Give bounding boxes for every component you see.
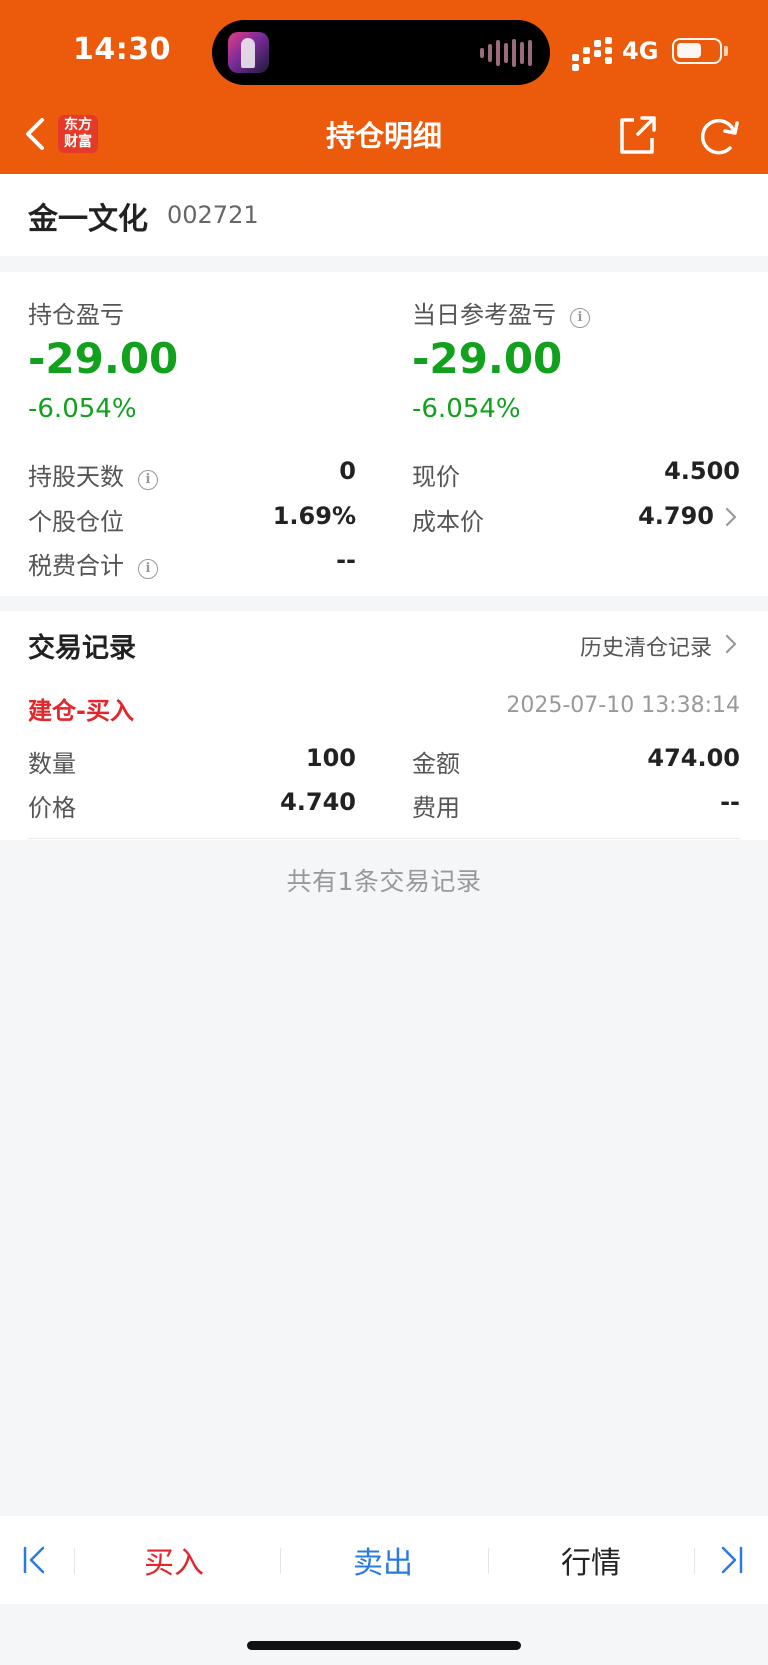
quantity-value: 100	[305, 744, 356, 772]
daily-pl-label-text: 当日参考盈亏	[412, 301, 556, 329]
last-page-icon[interactable]	[718, 1545, 744, 1575]
refresh-icon	[700, 118, 739, 155]
holding-days-label: 持股天数 i	[28, 457, 158, 492]
now-playing-app-icon	[228, 32, 269, 73]
dynamic-island	[212, 20, 550, 85]
info-icon[interactable]: i	[138, 470, 158, 490]
bottom-toolbar: 买入 卖出 行情	[0, 1516, 768, 1604]
brand-logo: 东方财富	[58, 115, 98, 153]
record-count-text: 共有1条交易记录	[286, 867, 482, 896]
daily-pl-value: -29.00	[412, 334, 563, 383]
price-value: 4.740	[280, 788, 356, 816]
back-arrow-icon	[26, 118, 44, 150]
buy-button[interactable]: 买入	[114, 1538, 234, 1582]
top-header: 14:30 4G 东方财富 持仓明细	[0, 0, 768, 174]
share-icon	[620, 116, 656, 154]
cost-price-label[interactable]: 成本价	[412, 502, 484, 537]
trade-time: 2025-07-10 13:38:14	[506, 693, 740, 718]
cost-price-value[interactable]: 4.790	[638, 502, 714, 530]
tax-fee-total-label-text: 税费合计	[28, 552, 124, 580]
trade-records-section: 交易记录 历史清仓记录 建仓-买入 2025-07-10 13:38:14 数量…	[0, 611, 768, 840]
amount-value: 474.00	[647, 744, 740, 772]
share-button[interactable]	[614, 112, 660, 158]
back-button[interactable]	[22, 112, 52, 156]
audio-wave-icon	[480, 39, 532, 67]
position-pl-label: 持仓盈亏	[28, 301, 124, 329]
price-label: 价格	[28, 794, 76, 822]
position-pl-percent: -6.054%	[28, 394, 137, 424]
tax-fee-total-value: --	[336, 546, 356, 574]
first-page-icon[interactable]	[22, 1545, 48, 1575]
sell-button[interactable]: 卖出	[323, 1538, 443, 1582]
divider	[28, 838, 740, 839]
current-price-label: 现价	[412, 463, 460, 491]
position-ratio-value: 1.69%	[272, 502, 356, 530]
chevron-right-icon[interactable]	[724, 633, 738, 655]
chevron-right-icon[interactable]	[724, 506, 738, 528]
network-type: 4G	[622, 37, 659, 65]
position-summary: 持仓盈亏 -29.00 -6.054% 当日参考盈亏 i -29.00 -6.05…	[0, 272, 768, 596]
refresh-button[interactable]	[696, 112, 742, 158]
daily-pl-label: 当日参考盈亏 i	[412, 295, 590, 330]
quantity-label: 数量	[28, 750, 76, 778]
info-icon[interactable]: i	[138, 559, 158, 579]
position-ratio-label: 个股仓位	[28, 508, 124, 536]
trade-type: 建仓-买入	[28, 697, 134, 725]
fee-label: 费用	[412, 794, 460, 822]
fee-value: --	[720, 788, 740, 816]
page-title: 持仓明细	[325, 119, 442, 153]
signal-icon	[572, 37, 612, 71]
holding-days-label-text: 持股天数	[28, 463, 124, 491]
position-pl-value: -29.00	[28, 334, 179, 383]
holding-days-value: 0	[339, 457, 356, 485]
history-clearance-link[interactable]: 历史清仓记录	[580, 630, 712, 662]
amount-label: 金额	[412, 750, 460, 778]
battery-icon	[672, 38, 722, 64]
quote-button[interactable]: 行情	[531, 1538, 651, 1582]
status-time: 14:30	[73, 32, 171, 67]
info-icon[interactable]: i	[570, 308, 590, 328]
trade-records-title: 交易记录	[28, 633, 136, 664]
stock-header: 金一文化 002721	[0, 174, 768, 256]
tax-fee-total-label: 税费合计 i	[28, 546, 158, 581]
daily-pl-percent: -6.054%	[412, 394, 521, 424]
stock-code: 002721	[167, 201, 259, 229]
current-price-value: 4.500	[664, 457, 740, 485]
home-indicator[interactable]	[247, 1641, 521, 1650]
stock-name: 金一文化	[28, 202, 148, 237]
